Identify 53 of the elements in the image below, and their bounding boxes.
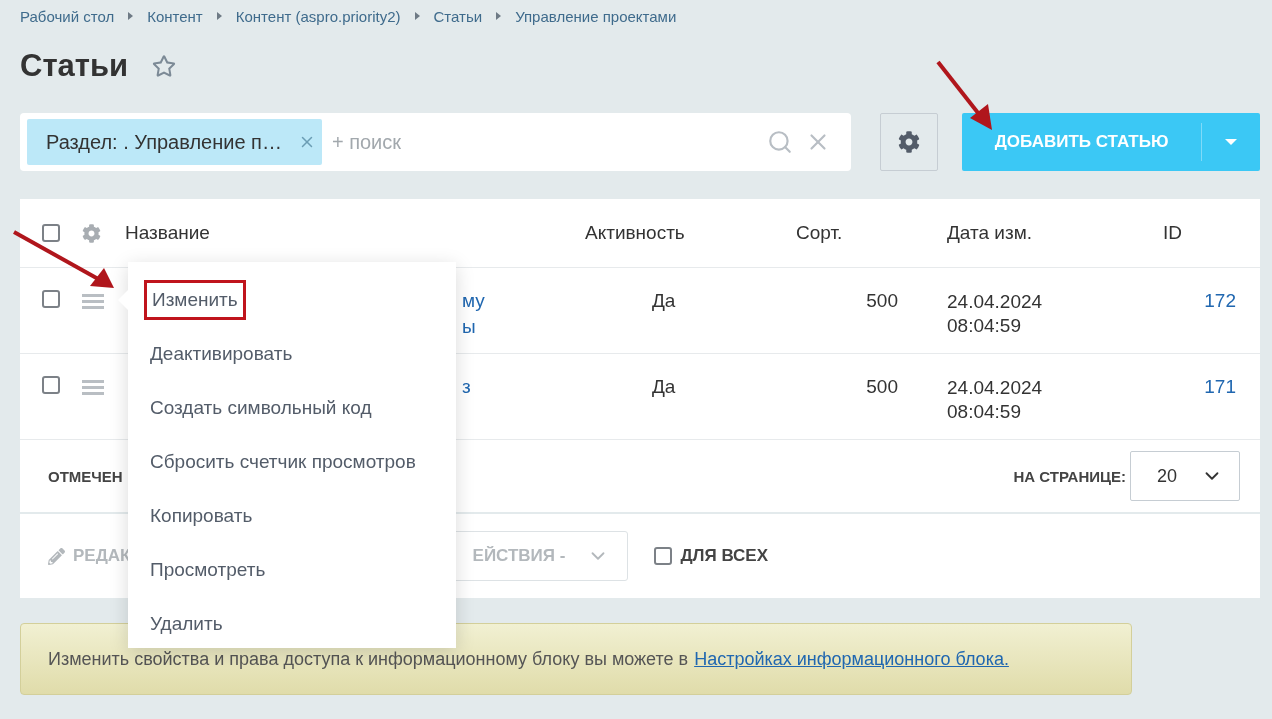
row-checkbox[interactable] [42,290,60,308]
breadcrumb-link[interactable]: Контент (aspro.priority2) [235,7,401,25]
title-link[interactable]: з [462,376,585,398]
settings-button[interactable] [880,113,939,171]
notice-text: Изменить свойства и права доступа к информационному блоку вы можете в [48,648,689,670]
breadcrumb-separator-icon [216,12,222,20]
pencil-icon [48,547,65,565]
table-cell-text: 24.04.2024 [947,376,1044,400]
breadcrumb-link[interactable]: Рабочий стол [20,7,115,25]
table-cell-text: 08:04:59 [947,314,1022,338]
table-cell-text: 24.04.2024 [947,290,1044,314]
menu-item[interactable]: Создать символьный код [150,388,372,428]
table-cell-text: 500 [865,290,898,312]
menu-item[interactable]: Изменить [144,280,246,320]
title-link[interactable]: му [462,290,585,312]
breadcrumb-link[interactable]: Управление проектами [515,7,677,25]
search-field[interactable]: Раздел: . Управление п… + поиск [20,113,852,171]
menu-item[interactable]: Просмотреть [150,550,266,590]
title-link[interactable]: ы [462,316,585,338]
star-icon[interactable] [152,54,177,78]
menu-icon[interactable] [82,294,104,309]
gear-icon [898,131,921,153]
column-header[interactable]: Название [125,222,585,244]
selected-label: ОТМЕЧЕН [48,467,123,485]
menu-item[interactable]: Удалить [150,604,223,644]
column-header[interactable]: Дата изм. [947,222,1163,244]
for-all-checkbox[interactable]: ДЛЯ ВСЕХ [654,546,769,566]
row-checkbox[interactable] [42,376,60,394]
table-cell-text: 500 [865,376,898,398]
breadcrumb-separator-icon [496,12,502,20]
id-link[interactable]: 172 [1163,290,1236,312]
menu-item[interactable]: Копировать [150,496,253,536]
table-cell-text: 08:04:59 [947,400,1022,424]
breadcrumb-separator-icon [414,12,420,20]
search-icon[interactable] [767,129,794,155]
page-title: Статьи [20,48,129,84]
breadcrumb-link[interactable]: Статьи [433,7,483,25]
column-header[interactable]: ID [1163,222,1236,244]
table-cell-text: Да [651,376,677,398]
per-page-select[interactable]: 20 [1130,451,1240,501]
id-link[interactable]: 171 [1163,376,1236,398]
filter-tag[interactable]: Раздел: . Управление п… [27,119,322,165]
per-page-label: НА СТРАНИЦЕ: [1013,467,1126,485]
column-header[interactable]: Активность [585,222,796,244]
select-all-checkbox[interactable] [42,224,60,242]
breadcrumb-link[interactable]: Контент [147,7,203,25]
table-cell-text: Да [651,290,677,312]
menu-item[interactable]: Сбросить счетчик просмотров [150,442,416,482]
column-header[interactable]: Сорт. [796,222,898,244]
menu-icon[interactable] [82,380,104,395]
menu-item[interactable]: Деактивировать [150,334,293,374]
breadcrumb-separator-icon [128,12,134,20]
settings-link[interactable]: Настройках информационного блока. [694,648,1009,670]
